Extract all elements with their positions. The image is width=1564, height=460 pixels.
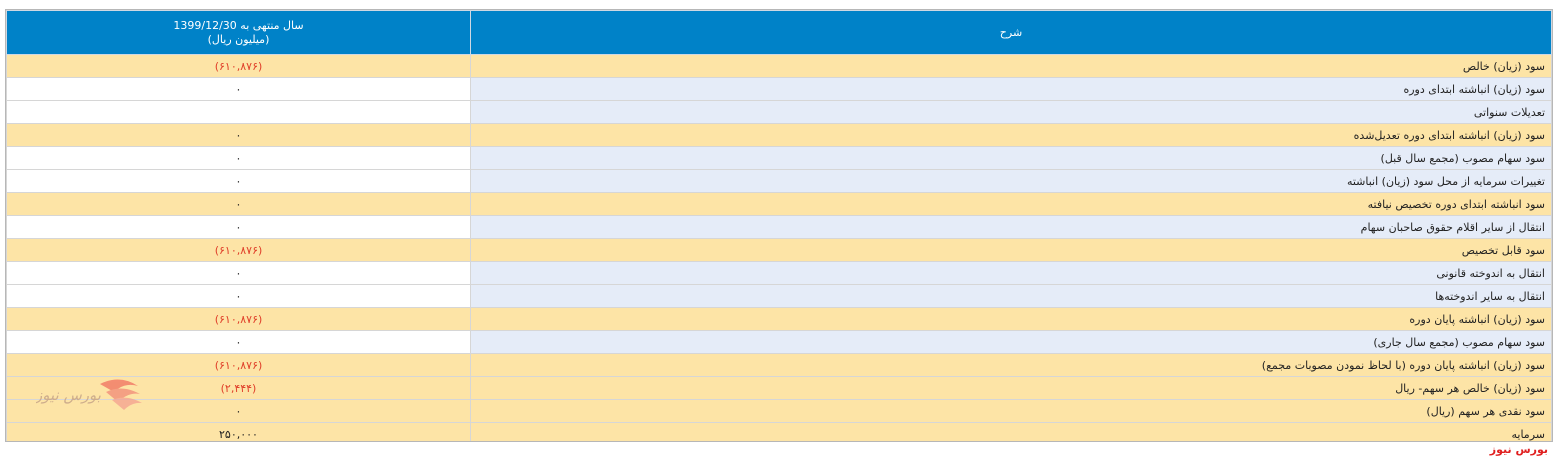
row-value: ۰ [6,123,471,147]
table-row: ۰ سود نقدی هر سهم (ریال) [6,399,1552,423]
footer-brand-label: بورس نیوز [1489,443,1548,456]
row-value: ۰ [6,284,471,308]
row-label: سود (زیان) خالص هر سهم- ریال [470,376,1552,400]
row-value: ۲۵۰,۰۰۰ [6,422,471,441]
table-row: ۰ انتقال به سایر اندوخته‌ها [6,284,1552,308]
value-column-header: سال منتهی به 1399/12/30 (میلیون ریال) [6,10,471,55]
row-label: تعدیلات سنواتی [470,100,1552,124]
row-value [6,100,471,124]
row-label: انتقال به اندوخته قانونی [470,261,1552,285]
row-value: (۶۱۰,۸۷۶) [6,54,471,78]
row-value: ۰ [6,330,471,354]
row-label: سود قابل تخصیص [470,238,1552,262]
table-row: ۰ سود سهام مصوب (مجمع سال جاری) [6,330,1552,354]
financial-table-frame: سال منتهی به 1399/12/30 (میلیون ریال) شر… [5,9,1553,442]
table-row: (۶۱۰,۸۷۶) سود (زیان) انباشته پایان دوره [6,307,1552,331]
table-row: ۰ انتقال به اندوخته قانونی [6,261,1552,285]
description-column-header: شرح [470,10,1552,55]
table-row: ۲۵۰,۰۰۰ سرمایه [6,422,1552,441]
table-row: تعدیلات سنواتی [6,100,1552,124]
row-label: سود (زیان) انباشته ابتدای دوره [470,77,1552,101]
row-label: انتقال به سایر اندوخته‌ها [470,284,1552,308]
row-label: سود نقدی هر سهم (ریال) [470,399,1552,423]
table-row: ۰ سود انباشته ابتدای دوره تخصیص نیافته [6,192,1552,216]
row-value: ۰ [6,169,471,193]
row-label: سود انباشته ابتدای دوره تخصیص نیافته [470,192,1552,216]
row-label: سود (زیان) انباشته پایان دوره (با لحاظ ن… [470,353,1552,377]
row-label: سود سهام مصوب (مجمع سال قبل) [470,146,1552,170]
row-label: سرمایه [470,422,1552,441]
row-value: ۰ [6,77,471,101]
bourse-news-logo-watermark: بورس نیوز [36,379,142,410]
table-row: (۲,۴۴۴) سود (زیان) خالص هر سهم- ریال [6,376,1552,400]
row-value: ۰ [6,215,471,239]
table-row: ۰ انتقال از سایر اقلام حقوق صاحبان سهام [6,215,1552,239]
row-label: سود سهام مصوب (مجمع سال جاری) [470,330,1552,354]
row-value: (۶۱۰,۸۷۶) [6,238,471,262]
table-row: ۰ سود (زیان) انباشته ابتدای دوره تعدیل‌شد… [6,123,1552,147]
row-value: ۰ [6,146,471,170]
table-row: ۰ سود (زیان) انباشته ابتدای دوره [6,77,1552,101]
row-value: ۰ [6,192,471,216]
value-column-unit: (میلیون ریال) [207,32,270,46]
row-value: (۶۱۰,۸۷۶) [6,307,471,331]
row-label: سود (زیان) خالص [470,54,1552,78]
table-row: ۰ تغییرات سرمایه از محل سود (زیان) انباشت… [6,169,1552,193]
watermark-brand-text: بورس نیوز [36,386,101,404]
row-value: ۰ [6,261,471,285]
row-label: سود (زیان) انباشته پایان دوره [470,307,1552,331]
table-header-row: سال منتهی به 1399/12/30 (میلیون ریال) شر… [6,10,1552,55]
table-row: ۰ سود سهام مصوب (مجمع سال قبل) [6,146,1552,170]
row-label: سود (زیان) انباشته ابتدای دوره تعدیل‌شده [470,123,1552,147]
row-label: انتقال از سایر اقلام حقوق صاحبان سهام [470,215,1552,239]
value-column-period: سال منتهی به 1399/12/30 [173,18,304,32]
profit-distribution-table: سال منتهی به 1399/12/30 (میلیون ریال) شر… [6,10,1552,441]
table-row: (۶۱۰,۸۷۶) سود (زیان) انباشته پایان دوره (… [6,353,1552,377]
table-row: (۶۱۰,۸۷۶) سود قابل تخصیص [6,238,1552,262]
row-label: تغییرات سرمایه از محل سود (زیان) انباشته [470,169,1552,193]
table-row: (۶۱۰,۸۷۶) سود (زیان) خالص [6,54,1552,78]
